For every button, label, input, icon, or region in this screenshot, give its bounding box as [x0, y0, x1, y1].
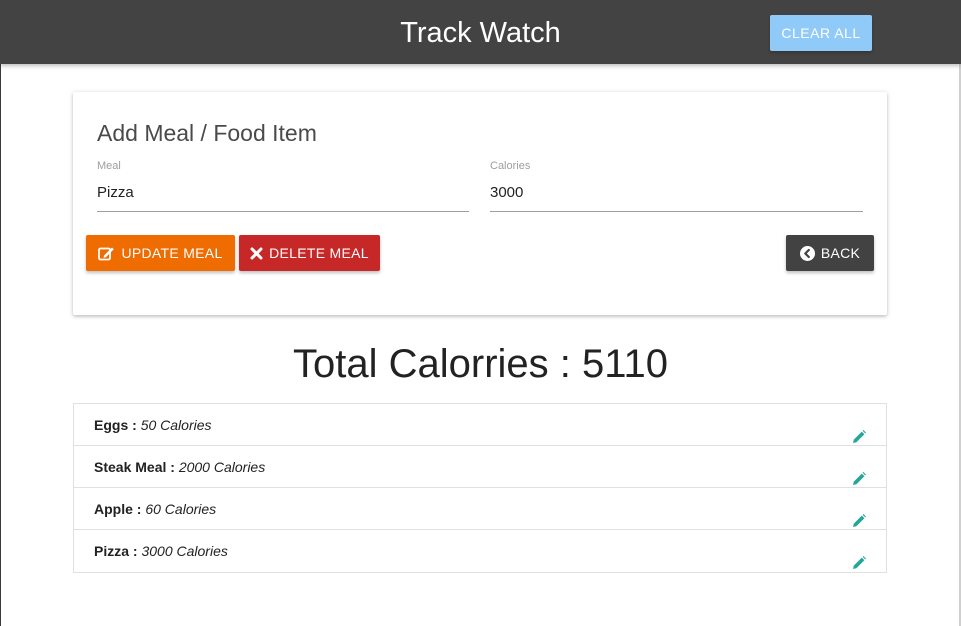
- list-item: Apple : 60 Calories: [74, 488, 886, 530]
- form-title: Add Meal / Food Item: [97, 120, 317, 146]
- meal-label: Meal: [97, 160, 121, 172]
- meal-input[interactable]: [97, 174, 469, 212]
- delete-meal-label: DELETE MEAL: [269, 245, 369, 261]
- chevron-circle-left-icon: [799, 245, 815, 261]
- clear-all-button[interactable]: CLEAR ALL: [770, 15, 872, 51]
- delete-meal-button[interactable]: DELETE MEAL: [239, 235, 380, 271]
- back-button[interactable]: BACK: [786, 235, 874, 271]
- list-item: Pizza : 3000 Calories: [74, 530, 886, 572]
- item-calories: 60 Calories: [145, 501, 217, 517]
- update-meal-label: UPDATE MEAL: [121, 245, 223, 261]
- item-name: Steak Meal: [94, 459, 167, 475]
- meal-list: Eggs : 50 Calories Steak Meal : 2000 Cal…: [73, 403, 887, 573]
- item-calories: 2000 Calories: [178, 459, 266, 475]
- pencil-square-icon: [98, 246, 115, 261]
- item-calories: 50 Calories: [140, 417, 212, 433]
- back-label: BACK: [820, 245, 861, 261]
- item-name: Apple: [94, 501, 133, 517]
- calories-label: Calories: [490, 160, 531, 172]
- item-name: Pizza: [94, 543, 130, 559]
- item-separator: :: [166, 459, 179, 475]
- close-icon: [250, 247, 263, 260]
- pencil-icon[interactable]: [852, 544, 866, 569]
- pencil-icon[interactable]: [852, 418, 866, 443]
- navbar: Track Watch CLEAR ALL: [0, 0, 961, 64]
- list-item: Eggs : 50 Calories: [74, 404, 886, 446]
- item-separator: :: [128, 417, 141, 433]
- meal-form-card: Add Meal / Food Item Meal Calories UPDAT…: [73, 92, 887, 315]
- update-meal-button[interactable]: UPDATE MEAL: [86, 235, 235, 271]
- total-calories: Total Calorries : 5110: [0, 342, 961, 387]
- item-name: Eggs: [94, 417, 129, 433]
- item-separator: :: [129, 543, 142, 559]
- list-item: Steak Meal : 2000 Calories: [74, 446, 886, 488]
- item-calories: 3000 Calories: [141, 543, 228, 559]
- total-calories-label: Total Calorries :: [293, 342, 582, 386]
- calories-input[interactable]: [490, 174, 863, 212]
- pencil-icon[interactable]: [852, 502, 866, 527]
- total-calories-value: 5110: [581, 342, 668, 386]
- item-separator: :: [132, 501, 146, 517]
- pencil-icon[interactable]: [852, 460, 866, 485]
